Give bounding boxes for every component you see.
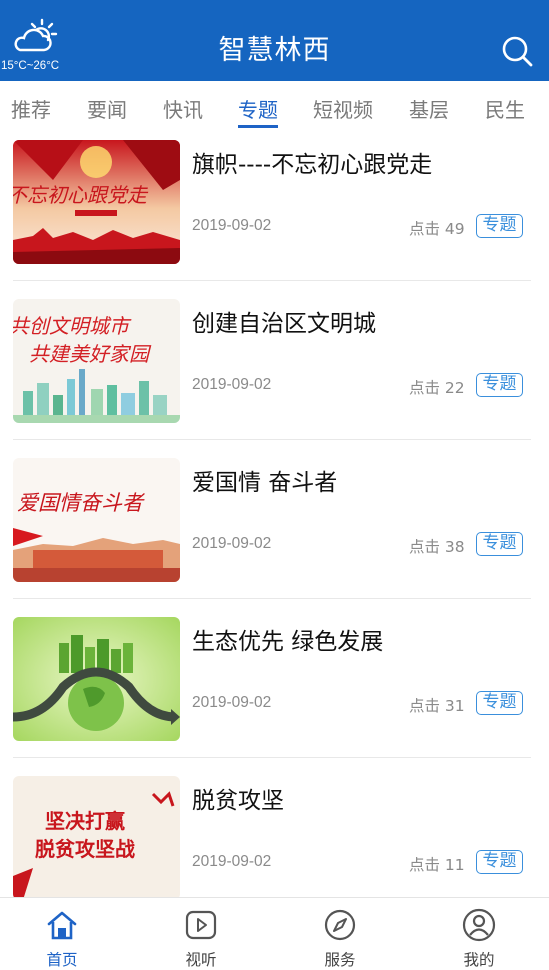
article-title: 生态优先 绿色发展 [192, 629, 384, 655]
home-icon [47, 911, 77, 940]
nav-services[interactable]: 服务 [290, 898, 390, 970]
tab-special[interactable]: 专题 [238, 94, 278, 123]
article-hits: 点击 49 [409, 220, 465, 238]
article-hits: 点击 31 [409, 697, 465, 715]
tab-grassroots[interactable]: 基层 [409, 94, 449, 123]
active-tab-indicator [238, 125, 278, 128]
article-hits: 点击 38 [409, 538, 465, 556]
nav-home-label: 首页 [46, 951, 78, 969]
nav-profile-label: 我的 [463, 951, 495, 969]
article-item[interactable]: 不忘初心跟党走 旗帜----不忘初心跟党走 2019-09-02 点击 49 专… [0, 133, 549, 292]
nav-media[interactable]: 视听 [151, 898, 251, 970]
topic-badge: 专题 [476, 373, 523, 397]
search-button[interactable] [500, 34, 534, 68]
nav-media-label: 视听 [185, 951, 217, 969]
article-list: 不忘初心跟党走 旗帜----不忘初心跟党走 2019-09-02 点击 49 专… [0, 133, 549, 897]
article-date: 2019-09-02 [192, 694, 272, 711]
article-item[interactable]: 共创文明城市 共建美好家园 创建自治区文明城 2019-09-02 点击 22 … [0, 292, 549, 451]
article-title: 创建自治区文明城 [192, 311, 376, 337]
article-title: 脱贫攻坚 [192, 788, 284, 814]
svg-text:共建美好家园: 共建美好家园 [29, 342, 152, 366]
list-divider [13, 439, 531, 440]
app-title: 智慧林西 [218, 35, 331, 66]
article-item[interactable]: 坚决打赢 脱贫攻坚战 脱贫攻坚 2019-09-02 点击 11 专题 [0, 769, 549, 897]
tab-recommend[interactable]: 推荐 [11, 94, 51, 123]
list-divider [13, 598, 531, 599]
article-date: 2019-09-02 [192, 376, 272, 393]
article-title: 爱国情 奋斗者 [192, 470, 338, 496]
article-date: 2019-09-02 [192, 535, 272, 552]
article-hits: 点击 11 [409, 856, 465, 874]
svg-text:不忘初心跟党走: 不忘初心跟党走 [13, 183, 149, 207]
list-divider [13, 757, 531, 758]
nav-profile[interactable]: 我的 [429, 898, 529, 970]
compass-icon [324, 909, 356, 941]
app-header: 15°C~26°C 智慧林西 [0, 0, 549, 81]
topic-badge: 专题 [476, 850, 523, 874]
svg-text:坚决打赢: 坚决打赢 [45, 809, 125, 833]
article-item[interactable]: 爱国情奋斗者 爱国情 奋斗者 2019-09-02 点击 38 专题 [0, 451, 549, 610]
article-thumbnail: 共创文明城市 共建美好家园 [13, 299, 180, 423]
play-icon [185, 910, 217, 940]
list-divider [13, 280, 531, 281]
search-icon [502, 36, 533, 67]
category-tabs: 推荐 要闻 快讯 专题 短视频 基层 民生 [0, 81, 549, 133]
topic-badge: 专题 [476, 691, 523, 715]
tab-short-video[interactable]: 短视频 [313, 94, 373, 123]
svg-text:脱贫攻坚战: 脱贫攻坚战 [35, 837, 135, 861]
topic-badge: 专题 [476, 214, 523, 238]
nav-home[interactable]: 首页 [12, 898, 112, 970]
article-thumbnail [13, 617, 180, 741]
nav-services-label: 服务 [324, 951, 356, 969]
article-hits: 点击 22 [409, 379, 465, 397]
article-thumbnail: 坚决打赢 脱贫攻坚战 [13, 776, 180, 897]
article-thumbnail: 爱国情奋斗者 [13, 458, 180, 582]
user-icon [462, 908, 496, 942]
tab-livelihood[interactable]: 民生 [485, 94, 525, 123]
tab-flash[interactable]: 快讯 [163, 94, 203, 123]
app-root: 15°C~26°C 智慧林西 推荐 要闻 快讯 专题 短视频 基层 民生 不忘初… [0, 0, 549, 970]
article-item[interactable]: 生态优先 绿色发展 2019-09-02 点击 31 专题 [0, 610, 549, 769]
article-title: 旗帜----不忘初心跟党走 [192, 152, 433, 178]
article-date: 2019-09-02 [192, 853, 272, 870]
svg-text:共创文明城市: 共创文明城市 [13, 314, 132, 338]
article-date: 2019-09-02 [192, 217, 272, 234]
tab-headlines[interactable]: 要闻 [87, 94, 127, 123]
bottom-navigation: 首页 视听 服务 我的 [0, 897, 549, 970]
svg-text:爱国情奋斗者: 爱国情奋斗者 [17, 491, 145, 515]
topic-badge: 专题 [476, 532, 523, 556]
article-thumbnail: 不忘初心跟党走 [13, 140, 180, 264]
